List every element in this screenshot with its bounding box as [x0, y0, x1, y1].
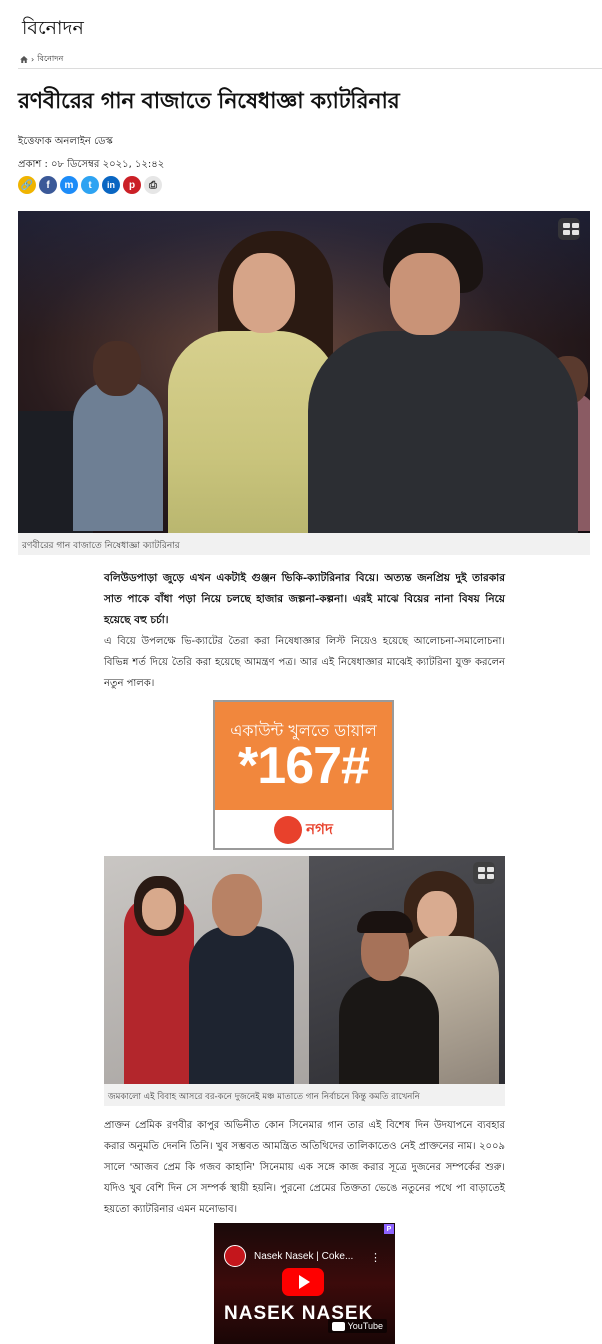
- article-author: ইত্তেফাক অনলাইন ডেস্ক: [18, 136, 113, 147]
- hero-caption: রণবীরের গান বাজাতে নিষেধাজ্ঞা ক্যাটরিনার: [18, 533, 590, 555]
- advertisement-banner[interactable]: একাউন্ট খুলতে ডায়াল *167# নগদ: [213, 700, 394, 850]
- home-icon[interactable]: [20, 56, 28, 63]
- youtube-label: YouTube: [347, 1321, 383, 1331]
- photo-right-panel: [309, 856, 505, 1084]
- article-paragraph: এ বিয়ে উপলক্ষে ভি-ক্যাটের তৈরা করা নিষে…: [104, 636, 505, 689]
- breadcrumb: › বিনোদন: [20, 53, 63, 66]
- video-title[interactable]: Nasek Nasek | Coke...: [254, 1251, 353, 1262]
- more-options-icon[interactable]: ⋮: [370, 1251, 381, 1264]
- copy-link-icon[interactable]: 🔗: [18, 176, 36, 194]
- ad-dial-code: *167#: [238, 737, 370, 795]
- article-paragraph: প্রাক্তন প্রেমিক রণবীর কাপুর অভিনীত কোন …: [104, 1120, 505, 1215]
- man-face: [390, 253, 460, 335]
- pinterest-icon[interactable]: p: [123, 176, 141, 194]
- gallery-icon[interactable]: [473, 862, 495, 884]
- play-button-icon[interactable]: [282, 1268, 324, 1296]
- share-buttons: 🔗 f m t in p ⎙: [18, 176, 162, 194]
- youtube-logo-icon[interactable]: YouTube: [327, 1319, 387, 1333]
- man-hair: [357, 911, 413, 933]
- man-jacket: [339, 976, 439, 1084]
- woman-face: [142, 888, 176, 930]
- woman-face: [233, 253, 295, 333]
- woman-face: [417, 891, 457, 939]
- article-lead: বলিউডপাড়া জুড়ে এখন একটাই গুঞ্জন ভিকি-ক…: [104, 572, 505, 626]
- man-face: [212, 874, 262, 936]
- man-suit: [189, 926, 294, 1084]
- breadcrumb-current[interactable]: বিনোদন: [37, 53, 63, 66]
- section-title[interactable]: বিনোদন: [22, 14, 84, 46]
- adchoices-icon[interactable]: P: [384, 1224, 394, 1234]
- hero-image[interactable]: [18, 211, 590, 533]
- linkedin-icon[interactable]: in: [102, 176, 120, 194]
- nagad-logo-icon: [274, 816, 303, 844]
- background-person: [73, 381, 163, 531]
- ad-footer: নগদ: [215, 810, 392, 848]
- header-divider: [18, 68, 602, 69]
- ad-brand: নগদ: [306, 819, 333, 838]
- publish-date: প্রকাশ : ০৮ ডিসেম্বর ২০২১, ১২:৪২: [18, 159, 165, 170]
- twitter-icon[interactable]: t: [81, 176, 99, 194]
- print-icon[interactable]: ⎙: [144, 176, 162, 194]
- messenger-icon[interactable]: m: [60, 176, 78, 194]
- background-person-head: [93, 341, 141, 396]
- breadcrumb-separator: ›: [31, 55, 35, 64]
- facebook-icon[interactable]: f: [39, 176, 57, 194]
- wedding-couple-image[interactable]: [104, 856, 505, 1084]
- man-suit: [308, 331, 578, 533]
- youtube-video-embed[interactable]: Nasek Nasek | Coke... ⋮ NASEK NASEK YouT…: [214, 1223, 395, 1344]
- article-headline: রণবীরের গান বাজাতে নিষেধাজ্ঞা ক্যাটরিনার: [18, 88, 400, 114]
- gallery-icon[interactable]: [558, 218, 580, 240]
- channel-avatar-icon[interactable]: [224, 1245, 246, 1267]
- photo-caption: জমকালো এই বিবাহ আসরে বর-কনে দুজনেই মঞ্চ …: [104, 1084, 505, 1106]
- photo-left-panel: [104, 856, 309, 1084]
